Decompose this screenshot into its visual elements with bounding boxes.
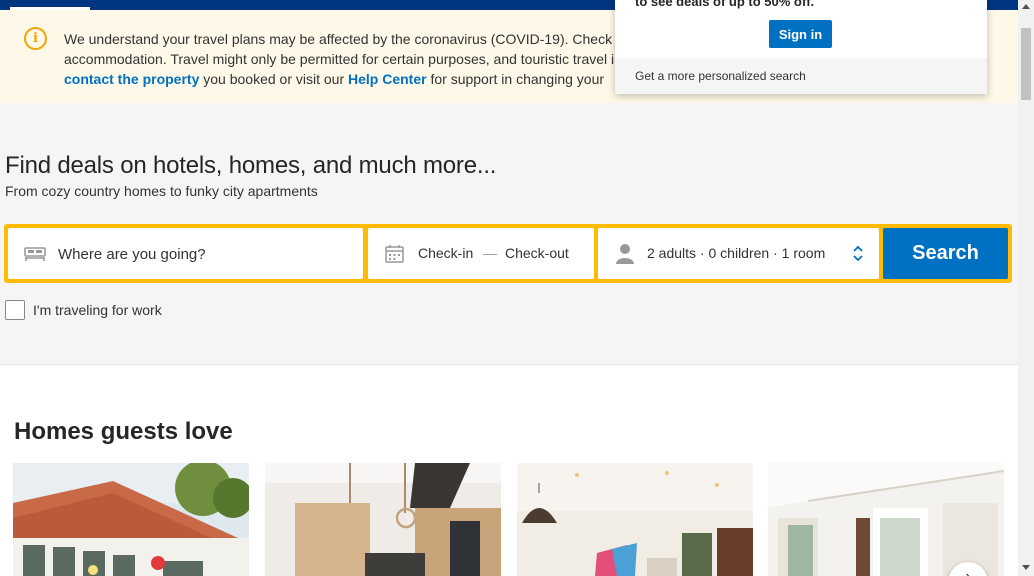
rooms-count: 1 room xyxy=(781,245,826,261)
help-center-link[interactable]: Help Center xyxy=(348,71,427,87)
guests-summary: 2 adults · 0 children · 1 room xyxy=(647,245,825,261)
work-travel-label[interactable]: I'm traveling for work xyxy=(33,302,162,318)
covid-line-3-text-a: you booked or visit our xyxy=(199,71,348,87)
scroll-down-icon[interactable] xyxy=(1022,565,1030,570)
date-separator: — xyxy=(483,245,497,261)
popup-footer-text: Get a more personalized search xyxy=(635,69,806,83)
guests-separator: · xyxy=(773,245,778,261)
home-card[interactable] xyxy=(517,463,753,576)
covid-line-3-text-b: for support in changing your xyxy=(426,71,605,87)
home-card[interactable] xyxy=(265,463,501,576)
signin-popup: to see deals of up to 50% off. Sign in G… xyxy=(615,0,987,94)
search-button[interactable]: Search xyxy=(883,228,1008,279)
children-count: 0 children xyxy=(708,245,770,261)
work-travel-checkbox[interactable] xyxy=(5,300,25,320)
guests-separator: · xyxy=(699,245,705,261)
covid-banner-text: We understand your travel plans may be a… xyxy=(64,29,624,89)
destination-input[interactable] xyxy=(58,242,348,266)
search-box: Check-in — Check-out 2 adults · 0 childr… xyxy=(4,224,1012,283)
home-card[interactable] xyxy=(768,463,1004,576)
home-card[interactable] xyxy=(13,463,249,576)
covid-line-3: contact the property you booked or visit… xyxy=(64,69,624,89)
scrollbar-thumb[interactable] xyxy=(1021,28,1031,100)
home-photo xyxy=(265,463,501,576)
covid-line-2: accommodation. Travel might only be perm… xyxy=(64,51,615,67)
person-icon xyxy=(616,244,634,264)
dates-field[interactable]: Check-in — Check-out xyxy=(368,228,594,279)
home-photo xyxy=(517,463,753,576)
checkout-label[interactable]: Check-out xyxy=(505,245,569,261)
destination-field[interactable] xyxy=(8,228,363,279)
adults-count: 2 adults xyxy=(647,245,697,261)
page-subtitle: From cozy country homes to funky city ap… xyxy=(5,183,318,199)
popup-deals-text: to see deals of up to 50% off. xyxy=(635,0,815,9)
page-title: Find deals on hotels, homes, and much mo… xyxy=(5,152,497,179)
page-scrollbar[interactable] xyxy=(1018,0,1034,576)
home-photo xyxy=(13,463,249,576)
info-icon: i xyxy=(24,27,47,50)
scroll-up-icon[interactable] xyxy=(1022,4,1030,9)
calendar-icon xyxy=(385,245,404,263)
chevron-up-down-icon xyxy=(853,245,863,262)
homes-section-title: Homes guests love xyxy=(14,418,233,445)
contact-property-link[interactable]: contact the property xyxy=(64,71,199,87)
guests-field[interactable]: 2 adults · 0 children · 1 room xyxy=(598,228,879,279)
covid-line-1: We understand your travel plans may be a… xyxy=(64,31,624,47)
popup-footer: Get a more personalized search xyxy=(615,58,987,94)
home-photo xyxy=(768,463,1004,576)
bed-icon xyxy=(24,247,46,261)
work-travel-option[interactable]: I'm traveling for work xyxy=(5,300,162,320)
search-hero: Find deals on hotels, homes, and much mo… xyxy=(0,103,1018,365)
checkin-label[interactable]: Check-in xyxy=(418,245,473,261)
signin-button[interactable]: Sign in xyxy=(769,20,832,48)
